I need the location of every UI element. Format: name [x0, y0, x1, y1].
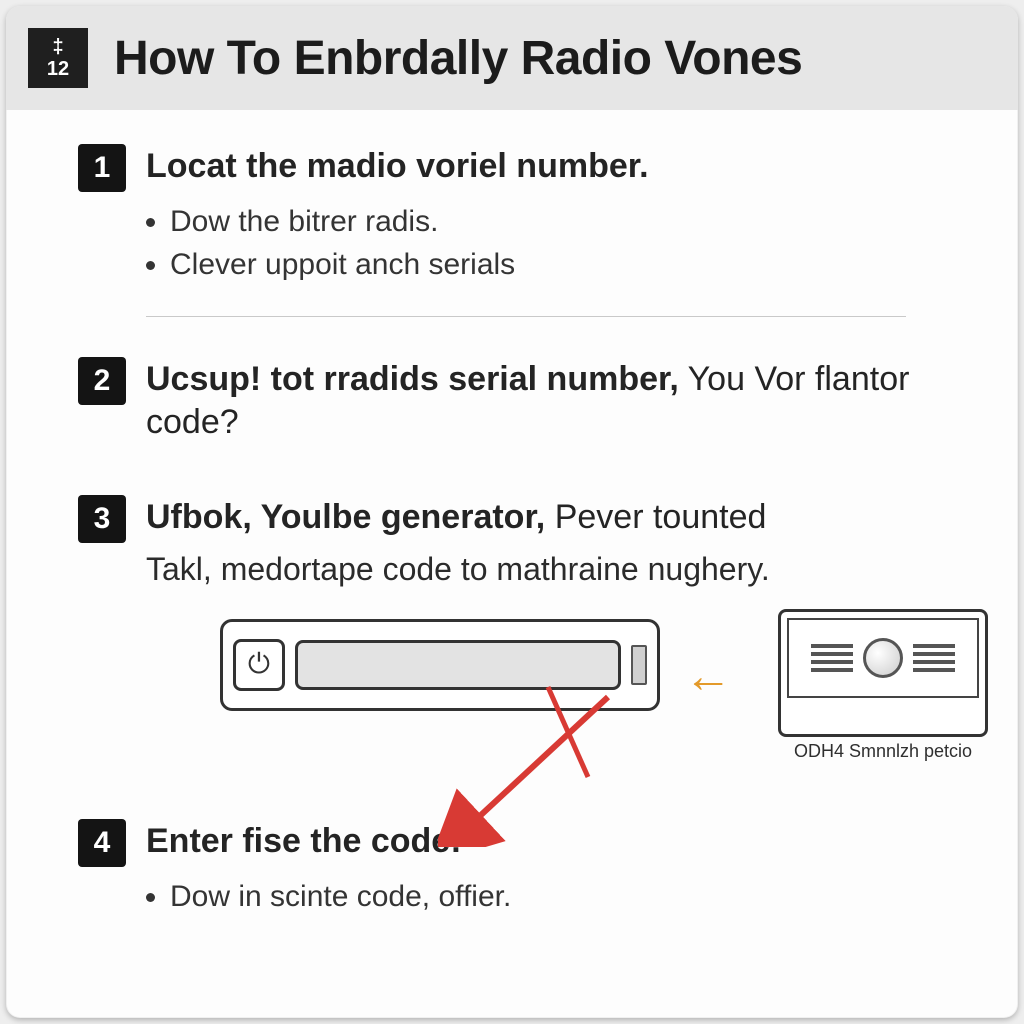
radio-caption: ODH4 Smnnlzh petcio	[778, 741, 988, 762]
header-bar: ‡ 12 How To Enbrdally Radio Vones	[6, 6, 1018, 110]
step-4-number: 4	[78, 819, 126, 867]
list-item: Dow the bitrer radis.	[170, 202, 946, 241]
step-3: 3 Ufbok, Youlbe generator, Pever tounted…	[78, 495, 946, 591]
diagram-area: ⏻ ← ODH4 Smnnlzh petcio	[78, 609, 946, 819]
step-4-bullets: Dow in scinte code, offier.	[170, 877, 946, 916]
header-badge-glyph: ‡	[52, 37, 63, 57]
step-1-number: 1	[78, 144, 126, 192]
header-badge: ‡ 12	[28, 28, 88, 88]
step-1-bullets: Dow the bitrer radis. Clever uppoit anch…	[170, 202, 946, 284]
step-3-title-bold: Ufbok, Youlbe generator,	[146, 498, 545, 536]
step-1-title: Locat the madio voriel number.	[146, 145, 649, 188]
radio-back-inner	[787, 618, 979, 698]
step-2: 2 Ucsup! tot rradids serial number, You …	[78, 357, 946, 443]
radio-dial-icon	[863, 638, 903, 678]
step-4: 4 Enter fise the code: Dow in scinte cod…	[78, 819, 946, 916]
radio-grille-right	[913, 644, 955, 672]
power-icon: ⏻	[233, 639, 285, 691]
radio-display	[295, 640, 621, 690]
radio-front-illustration: ⏻	[220, 619, 660, 711]
list-item: Clever uppoit anch serials	[170, 245, 946, 284]
step-3-body: Takl, medortape code to mathraine nugher…	[146, 549, 946, 591]
section-divider	[146, 316, 906, 317]
step-3-number: 3	[78, 495, 126, 543]
instruction-card: ‡ 12 How To Enbrdally Radio Vones 1 Loca…	[6, 6, 1018, 1018]
step-1-title-bold: Locat the madio voriel number.	[146, 147, 649, 185]
radio-grille-left	[811, 644, 853, 672]
content-area: 1 Locat the madio voriel number. Dow the…	[6, 110, 1018, 916]
step-4-head: 4 Enter fise the code:	[78, 819, 946, 867]
list-item: Dow in scinte code, offier.	[170, 877, 946, 916]
step-2-title: Ucsup! tot rradids serial number, You Vo…	[146, 358, 946, 443]
step-1: 1 Locat the madio voriel number. Dow the…	[78, 144, 946, 284]
step-2-number: 2	[78, 357, 126, 405]
step-2-title-bold: Ucsup! tot rradids serial number,	[146, 360, 679, 398]
step-3-head: 3 Ufbok, Youlbe generator, Pever tounted	[78, 495, 946, 543]
step-3-title: Ufbok, Youlbe generator, Pever tounted	[146, 496, 766, 539]
step-1-head: 1 Locat the madio voriel number.	[78, 144, 946, 192]
radio-side-button	[631, 645, 647, 685]
step-3-title-rest: Pever tounted	[545, 498, 766, 536]
header-badge-number: 12	[47, 59, 69, 79]
step-4-title: Enter fise the code:	[146, 820, 462, 863]
step-4-title-bold: Enter fise the code:	[146, 822, 462, 860]
radio-back-illustration	[778, 609, 988, 737]
step-2-head: 2 Ucsup! tot rradids serial number, You …	[78, 357, 946, 443]
arrow-left-icon: ←	[684, 649, 732, 704]
page-title: How To Enbrdally Radio Vones	[114, 31, 802, 86]
